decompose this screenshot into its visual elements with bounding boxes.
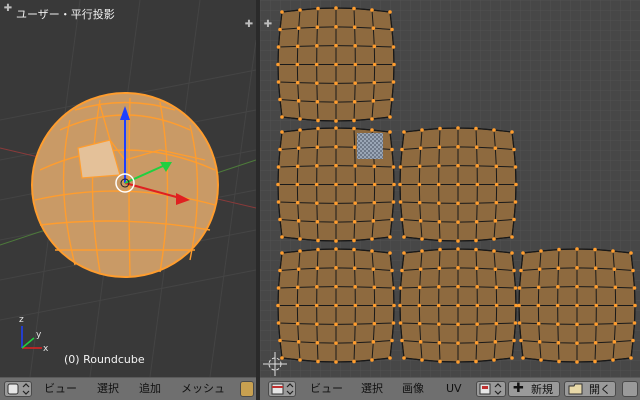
uv-island[interactable] (276, 247, 396, 364)
axis-label-y: y (36, 330, 42, 340)
menu-select[interactable]: 選択 (97, 382, 119, 396)
viewport-uv[interactable]: ✚ (260, 0, 640, 377)
area-split-icon-tr[interactable]: ✚ (244, 20, 254, 30)
uv-menu-uv[interactable]: UV (446, 382, 462, 396)
area-split-icon-tl[interactable]: ✚ (3, 4, 13, 14)
viewport-3d-title: ユーザー・平行投影 (16, 8, 115, 21)
header-uv: ビュー 選択 画像 UV ✚ 新規 開く (260, 377, 640, 400)
new-image-label: 新規 (531, 383, 553, 396)
uv-island[interactable] (276, 6, 396, 123)
pin-icon[interactable] (622, 381, 638, 397)
header-3d: ビュー 選択 追加 メッシュ (0, 377, 256, 400)
plus-icon: ✚ (513, 381, 524, 396)
viewport-3d-canvas[interactable] (0, 0, 256, 377)
image-browse-button[interactable] (476, 381, 506, 397)
active-object-label: (0) Roundcube (64, 353, 145, 366)
uv-menu-select[interactable]: 選択 (361, 382, 383, 396)
menu-mesh[interactable]: メッシュ (181, 382, 225, 396)
menu-view[interactable]: ビュー (44, 382, 77, 396)
area-split-icon-uv[interactable]: ✚ (263, 20, 273, 30)
mode-icon[interactable] (240, 381, 254, 397)
uv-island[interactable] (517, 247, 637, 364)
new-image-button[interactable]: ✚ 新規 (508, 381, 560, 397)
folder-icon (568, 383, 583, 395)
uv-menu-view[interactable]: ビュー (310, 382, 343, 396)
uv-island[interactable] (398, 247, 518, 364)
open-image-button[interactable]: 開く (564, 381, 616, 397)
editor-type-button[interactable] (4, 381, 32, 397)
axis-label-x: x (43, 344, 49, 354)
uv-island[interactable] (398, 126, 518, 243)
uv-editor-type-button[interactable] (268, 381, 296, 397)
selected-face-highlight (357, 133, 383, 159)
axis-label-z: z (19, 315, 24, 325)
open-image-label: 開く (589, 383, 611, 396)
uv-menu-image[interactable]: 画像 (402, 382, 424, 396)
viewport-3d[interactable]: x y z ユーザー・平行投影 (0) Roundcube ✚ ✚ (0, 0, 256, 377)
uv-canvas[interactable] (260, 0, 640, 377)
menu-add[interactable]: 追加 (139, 382, 161, 396)
